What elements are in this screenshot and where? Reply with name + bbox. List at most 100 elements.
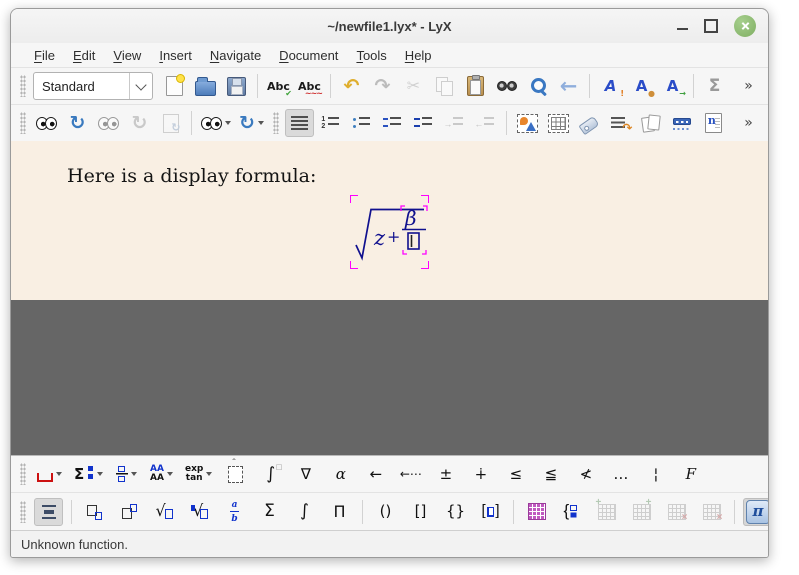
open-document-button[interactable] — [191, 72, 220, 100]
combo-arrow[interactable] — [129, 73, 152, 99]
parentheses-button[interactable]: () — [371, 498, 400, 526]
subscript-button[interactable] — [80, 498, 109, 526]
menu-tools[interactable]: Tools — [347, 45, 395, 66]
math-ams-negative-relations-button[interactable]: ≮ — [571, 460, 600, 488]
math-frame-button[interactable] — [221, 460, 250, 488]
toolbar-grip[interactable] — [20, 75, 26, 97]
update-master-button: ↻ — [125, 109, 154, 137]
nav-back-button[interactable]: ← — [554, 72, 583, 100]
menu-file[interactable]: File — [25, 45, 64, 66]
find-button[interactable] — [492, 72, 521, 100]
document-page[interactable]: Here is a display formula: z + β — [11, 141, 768, 300]
paragraph-style-button[interactable] — [285, 109, 314, 137]
math-operators-button[interactable]: ± — [431, 460, 460, 488]
math-display-toggle-button[interactable] — [34, 498, 63, 526]
sqrt-button[interactable] — [150, 498, 179, 526]
minimize-button-icon[interactable] — [677, 22, 688, 30]
menu-edit[interactable]: Edit — [64, 45, 104, 66]
insert-citation-button[interactable] — [637, 109, 666, 137]
toolbar-overflow-button[interactable]: » — [734, 72, 763, 100]
update-button[interactable]: ↻ — [63, 109, 92, 137]
root-button[interactable] — [185, 498, 214, 526]
insert-label-button[interactable] — [575, 109, 604, 137]
math-operator-style-button[interactable] — [71, 460, 106, 488]
status-message: Unknown function. — [21, 537, 128, 552]
menu-document[interactable]: Document — [270, 45, 347, 66]
labeling-list-button[interactable] — [409, 109, 438, 137]
menu-navigate[interactable]: Navigate — [201, 45, 270, 66]
work-area[interactable]: Here is a display formula: z + β — [11, 141, 768, 455]
math-fraction-style-button[interactable] — [112, 460, 141, 488]
math-dot-operators-button[interactable]: ∔ — [466, 460, 495, 488]
toolbar-overflow-button[interactable]: » — [734, 109, 763, 137]
math-nabla-button[interactable]: ∇ — [291, 460, 320, 488]
integral-button[interactable]: ∫ — [290, 498, 319, 526]
toolbar-grip[interactable] — [273, 112, 279, 134]
paste-button[interactable] — [461, 72, 490, 100]
math-relations-button[interactable]: ≤ — [501, 460, 530, 488]
toolbar-grip[interactable] — [20, 463, 26, 485]
math-bigop-button[interactable]: ∫□ — [256, 460, 285, 488]
math-delimiters-bar-button[interactable]: ¦ — [641, 460, 670, 488]
cases-button[interactable] — [557, 498, 586, 526]
save-button[interactable] — [222, 72, 251, 100]
paragraph-layout-combo[interactable]: Standard — [33, 72, 153, 100]
fraction-button[interactable] — [220, 498, 249, 526]
insert-graphics-button[interactable] — [513, 109, 542, 137]
math-space-button[interactable] — [34, 460, 65, 488]
numbered-list-button[interactable] — [316, 109, 345, 137]
undo-button[interactable]: ↶ — [337, 72, 366, 100]
math-dots-button[interactable]: … — [606, 460, 635, 488]
view-button[interactable] — [32, 109, 61, 137]
update-other-formats-button[interactable]: ↻ — [236, 109, 267, 137]
dropdown-arrow-icon — [97, 472, 103, 476]
math-arrows-button[interactable]: ← — [361, 460, 390, 488]
find-replace-button[interactable] — [523, 72, 552, 100]
toolbar-grip[interactable] — [20, 112, 26, 134]
delimiters-button[interactable] — [476, 498, 505, 526]
subscript-icon — [87, 504, 103, 520]
cut-button: ✂ — [399, 72, 428, 100]
menu-insert[interactable]: Insert — [150, 45, 201, 66]
math-functions-button[interactable]: exptan — [182, 460, 215, 488]
menu-help[interactable]: Help — [396, 45, 441, 66]
math-greek-button[interactable]: α — [326, 460, 355, 488]
menu-view[interactable]: View — [104, 45, 150, 66]
text-noun-button[interactable]: A● — [627, 72, 656, 100]
insert-cross-reference-button[interactable] — [606, 109, 635, 137]
toolbar-grip[interactable] — [20, 501, 26, 523]
insert-index-button[interactable] — [668, 109, 697, 137]
insert-note-button[interactable] — [699, 109, 728, 137]
continuous-spellcheck-button[interactable]: Abc~~~ — [295, 72, 324, 100]
math-ams-operators-button[interactable]: F — [676, 460, 705, 488]
view-other-formats-button[interactable] — [198, 109, 234, 137]
matrix-button[interactable] — [522, 498, 551, 526]
insert-table-button[interactable] — [544, 109, 573, 137]
redo-button[interactable]: ↷ — [368, 72, 397, 100]
product-button[interactable]: Π — [325, 498, 354, 526]
brackets-button[interactable]: [] — [406, 498, 435, 526]
math-dashed-arrows-button[interactable]: ←⋯ — [396, 460, 425, 488]
toolbar-view-insert: ↻ ↻ ↻ » — [11, 104, 768, 141]
titlebar[interactable]: ~/newfile1.lyx* - LyX — [11, 9, 768, 43]
paragraph-layout-value: Standard — [34, 79, 129, 94]
maximize-button-icon[interactable] — [704, 19, 718, 33]
math-ams-relations-button[interactable]: ≦ — [536, 460, 565, 488]
sum-button[interactable]: Σ — [255, 498, 284, 526]
new-document-button[interactable] — [160, 72, 189, 100]
math-inset[interactable]: z + β — [350, 195, 429, 269]
bullet-list-button[interactable] — [347, 109, 376, 137]
superscript-button[interactable] — [115, 498, 144, 526]
paragraph-text[interactable]: Here is a display formula: — [67, 165, 316, 187]
apply-last-style-button[interactable]: A→ — [658, 72, 687, 100]
braces-button[interactable]: {} — [441, 498, 470, 526]
text-emphasis-button[interactable]: A! — [596, 72, 625, 100]
toolbar-math-structures: Σ∫Π ()[]{} π — [11, 492, 768, 530]
spellcheck-button[interactable]: Abc✔ — [264, 72, 293, 100]
insert-math-button[interactable]: Σ — [700, 72, 729, 100]
math-font-style-button[interactable]: AAAA — [147, 460, 176, 488]
fraction-icon — [230, 503, 240, 521]
description-list-button[interactable] — [378, 109, 407, 137]
math-panel-toggle-button[interactable]: π — [743, 498, 769, 526]
close-button-icon[interactable] — [734, 15, 756, 37]
